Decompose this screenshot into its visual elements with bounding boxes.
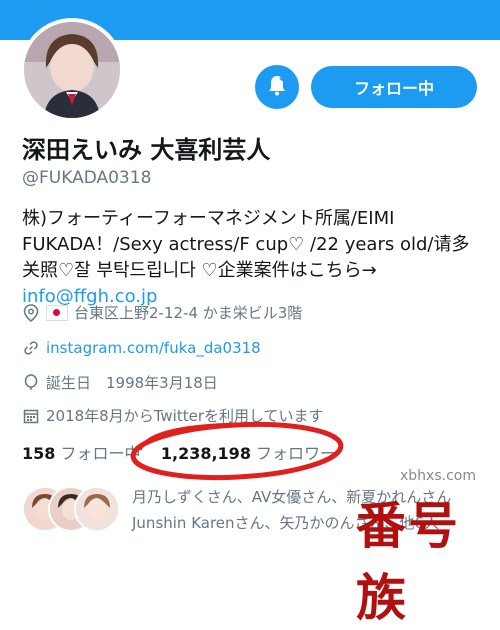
red-annotation-circle <box>130 421 344 481</box>
following-button[interactable]: フォロー中 <box>311 66 477 108</box>
display-name: 深田えいみ 大喜利芸人 <box>22 136 271 164</box>
bio-text: 株)フォーティーフォーマネジメント所属/EIMI FUKADA！/Sexy ac… <box>22 208 470 281</box>
bell-check-icon <box>265 73 289 101</box>
watermark-site: xbhxs.com <box>400 468 476 484</box>
followed-by-avatars[interactable] <box>22 486 122 532</box>
watermark-brand: 番号族 <box>356 497 460 627</box>
following-stat[interactable]: 158 フォロー中 <box>22 444 141 463</box>
location-row: 台東区上野2-12-4 かま栄ビル3階 <box>22 302 302 323</box>
follower-avatar <box>74 486 120 532</box>
user-handle: @FUKADA0318 <box>22 168 152 188</box>
avatar[interactable] <box>20 18 124 122</box>
profile-bio: 株)フォーティーフォーマネジメント所属/EIMI FUKADA！/Sexy ac… <box>22 206 482 310</box>
website-row: instagram.com/fuka_da0318 <box>22 339 261 357</box>
location-text: 台東区上野2-12-4 かま栄ビル3階 <box>74 304 303 322</box>
location-pin-icon <box>22 303 40 322</box>
notifications-bell-button[interactable] <box>255 65 299 109</box>
japan-flag-icon <box>46 304 68 321</box>
calendar-icon <box>22 407 40 425</box>
link-icon <box>22 339 40 357</box>
birthday-text: 誕生日 1998年3月18日 <box>46 374 218 392</box>
balloon-icon <box>22 373 40 392</box>
following-count: 158 <box>22 444 56 463</box>
birthday-row: 誕生日 1998年3月18日 <box>22 372 218 393</box>
website-link[interactable]: instagram.com/fuka_da0318 <box>46 339 261 357</box>
